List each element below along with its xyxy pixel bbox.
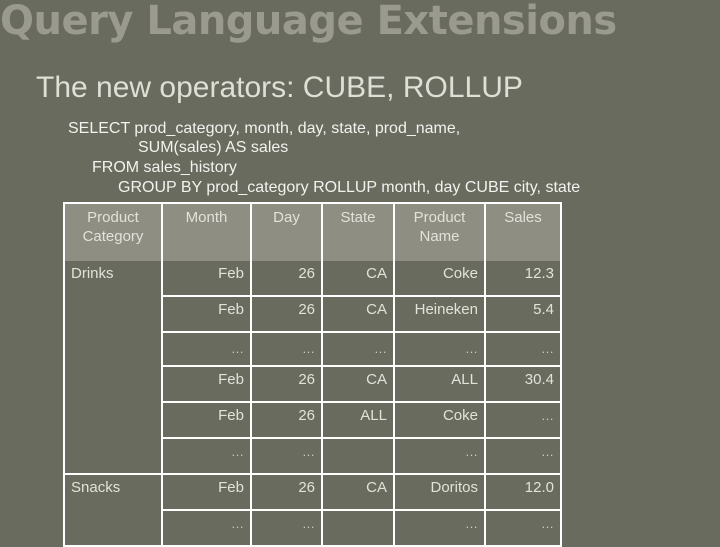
cell-sales: 5.4 [486,297,560,333]
cell-day: 26 [252,475,323,511]
cell-day: 26 [252,261,323,297]
cell-product-name: Coke [395,403,486,439]
cell-state: CA [323,297,395,333]
cell-state: ALL [323,403,395,439]
cell-product-name: … [395,333,486,367]
table-row: Snacks Feb 26 CA Doritos 12.0 [65,475,560,545]
cell-day: 26 [252,297,323,333]
cell-state: … [323,333,395,367]
slide-title: Query Language Extensions [0,0,617,44]
cell-month: Feb [163,297,252,333]
header-day: Day [252,204,323,261]
category-cell: Drinks [65,261,163,475]
cell-month: Feb [163,367,252,403]
header-state: State [323,204,395,261]
sql-line-sum: SUM(sales) AS sales [138,139,289,156]
cell-sales: 12.0 [486,475,560,511]
cell-sales: … [486,333,560,367]
cell-sales: 30.4 [486,367,560,403]
result-table: Product Category Month Day State Product… [63,202,562,547]
category-cell: Snacks [65,475,163,545]
cell-month: Feb [163,261,252,297]
header-month: Month [163,204,252,261]
cell-sales: 12.3 [486,261,560,297]
cell-month: Feb [163,475,252,511]
cell-product-name: … [395,439,486,475]
cell-day: 26 [252,367,323,403]
sql-line-select: SELECT prod_category, month, day, state,… [68,120,461,137]
cell-state: CA [323,261,395,297]
cell-state: CA [323,475,395,511]
cell-day: … [252,333,323,367]
cell-day: … [252,439,323,475]
cell-product-name: Heineken [395,297,486,333]
cell-state: CA [323,367,395,403]
sql-line-group-by: GROUP BY prod_category ROLLUP month, day… [118,179,581,196]
cell-product-name: Coke [395,261,486,297]
cell-sales: … [486,439,560,475]
cell-product-name: ALL [395,367,486,403]
header-sales: Sales [486,204,560,261]
cell-sales: … [486,403,560,439]
cell-month: Feb [163,403,252,439]
cell-month: … [163,333,252,367]
table-header-row: Product Category Month Day State Product… [65,204,560,261]
cell-product-name: Doritos [395,475,486,511]
cell-day: 26 [252,403,323,439]
cell-month: … [163,439,252,475]
slide-subtitle: The new operators: CUBE, ROLLUP [36,71,523,104]
sql-line-from: FROM sales_history [92,159,237,176]
header-product-category: Product Category [65,204,163,261]
table-row: Drinks Feb 26 CA Coke 12.3 [65,261,560,475]
header-product-name: Product Name [395,204,486,261]
cell-state [323,439,395,475]
